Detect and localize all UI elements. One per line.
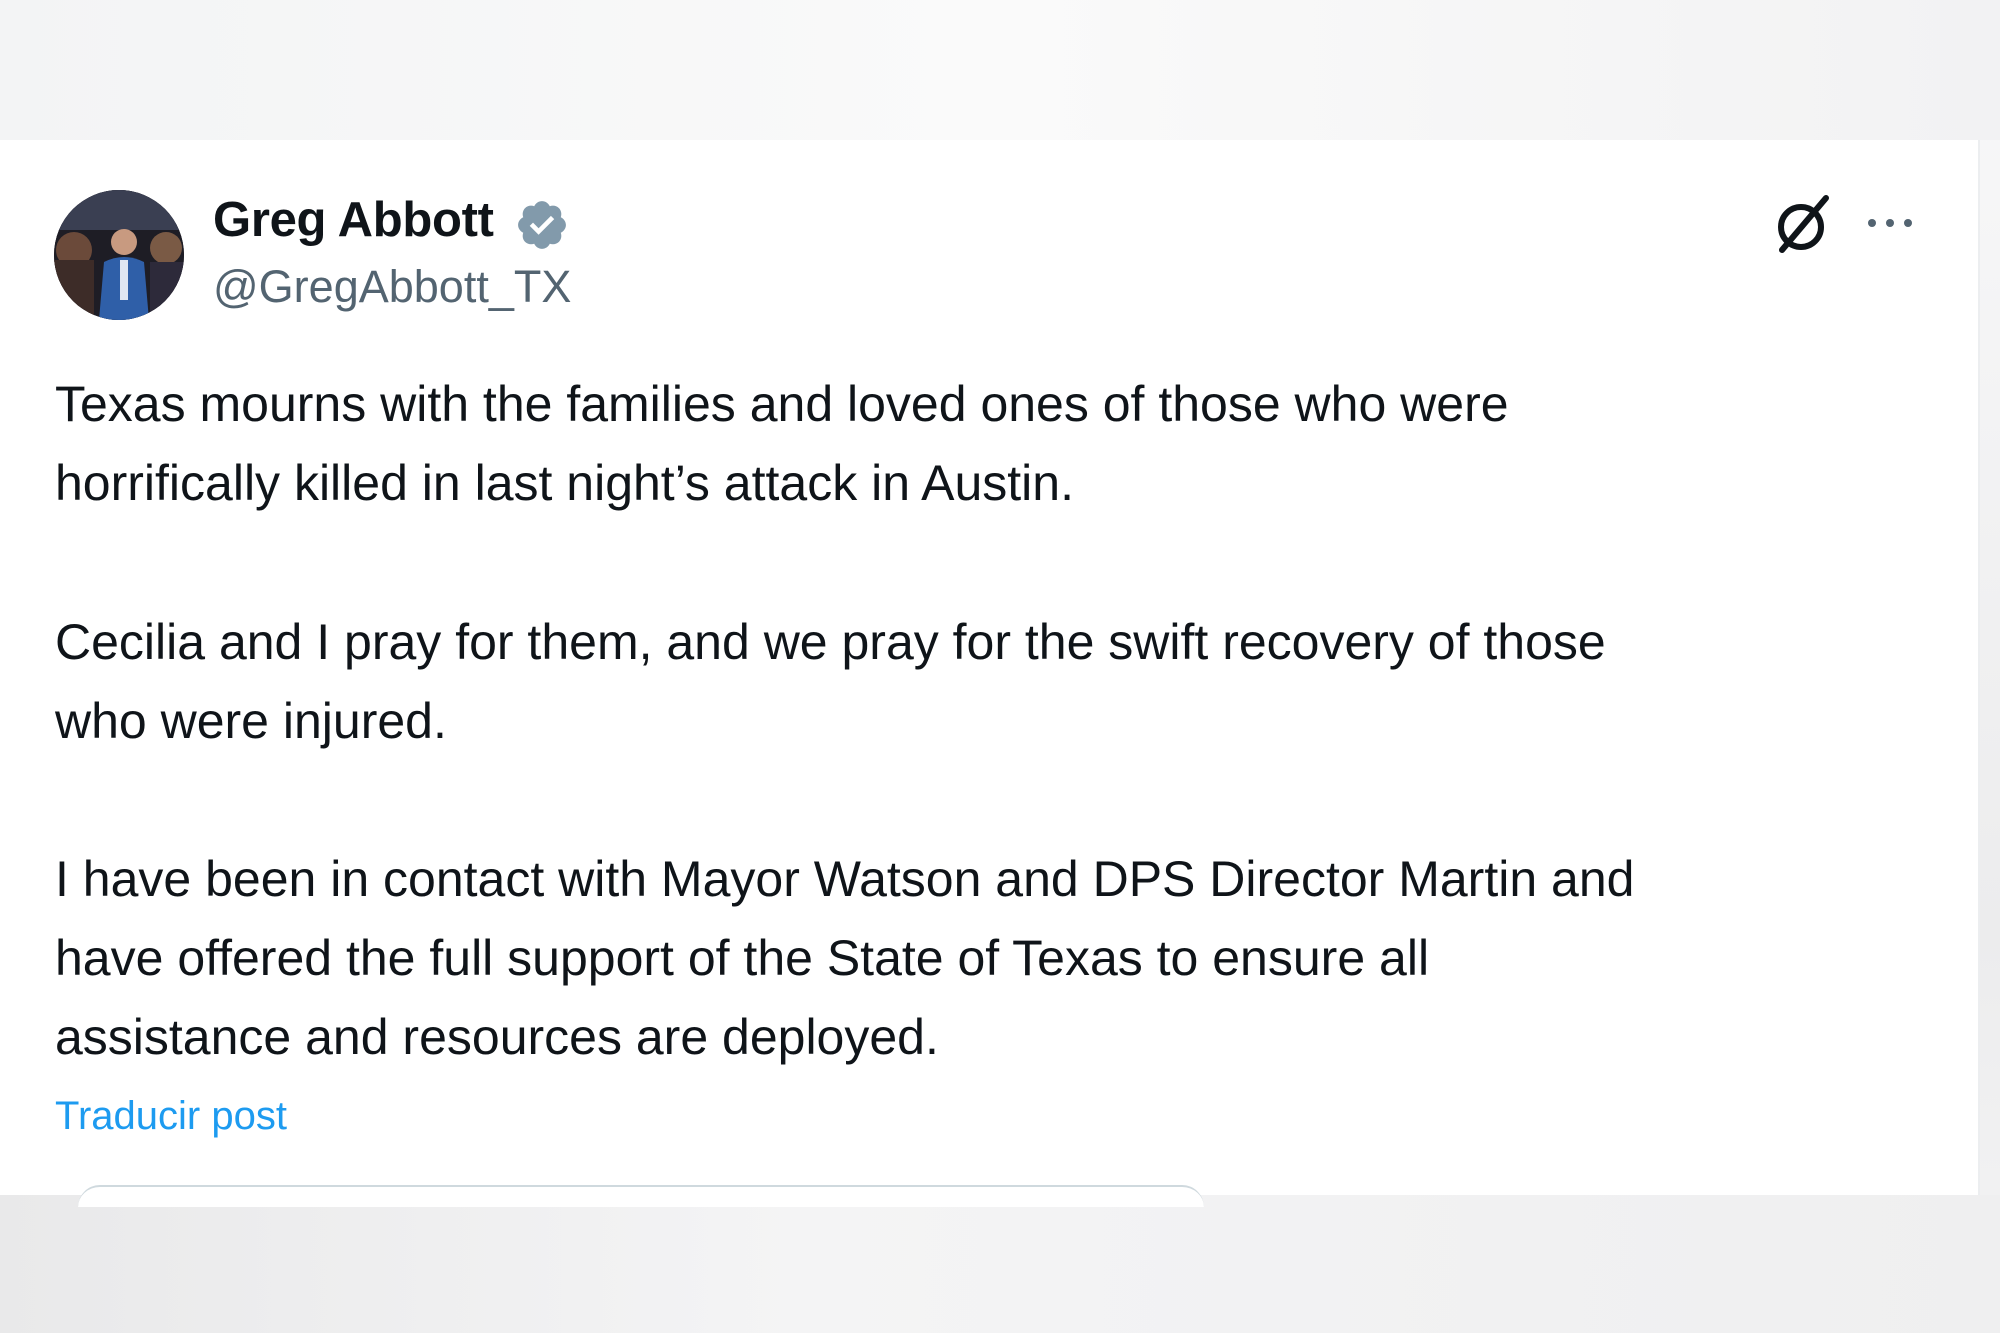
post-paragraph: Texas mourns with the families and loved…	[55, 365, 1935, 523]
grok-icon[interactable]	[1770, 192, 1836, 258]
translate-post-link[interactable]: Traducir post	[55, 1094, 287, 1139]
post-paragraph: I have been in contact with Mayor Watson…	[55, 840, 1935, 1077]
post-text-line: Texas mourns with the families and loved…	[55, 376, 1509, 432]
post-text-line: Cecilia and I pray for them, and we pray…	[55, 614, 1606, 670]
post-text-line: horrifically killed in last night’s atta…	[55, 455, 1074, 511]
post-text-line: assistance and resources are deployed.	[55, 1009, 939, 1065]
author-name[interactable]: Greg Abbott	[213, 192, 494, 248]
post-text-line: I have been in contact with Mayor Watson…	[55, 851, 1635, 907]
avatar[interactable]	[54, 190, 184, 320]
profile-photo-image	[54, 190, 184, 320]
background-top	[0, 0, 2000, 140]
author-handle[interactable]: @GregAbbott_TX	[213, 261, 571, 313]
background-bottom	[0, 1195, 2000, 1333]
more-options-icon[interactable]	[1862, 205, 1918, 241]
verified-badge-icon[interactable]	[514, 197, 570, 253]
post-text-line: who were injured.	[55, 693, 447, 749]
embedded-media-card[interactable]	[78, 1185, 1204, 1207]
post-paragraph: Cecilia and I pray for them, and we pray…	[55, 603, 1935, 761]
post-text-line: have offered the full support of the Sta…	[55, 930, 1430, 986]
